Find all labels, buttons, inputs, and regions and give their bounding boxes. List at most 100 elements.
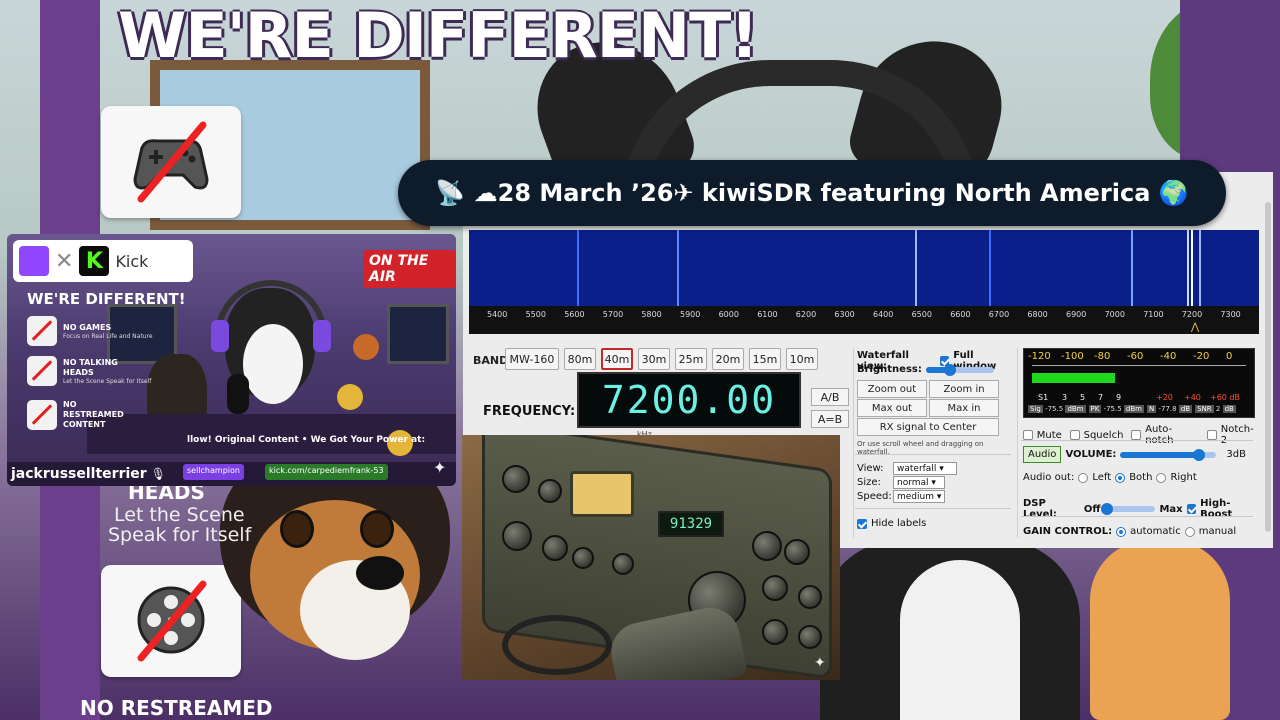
band-button-40m[interactable]: 40m: [601, 348, 633, 370]
s-meter-s-tick: 7: [1098, 393, 1104, 402]
radio-knob: [502, 465, 530, 493]
thumbnail-hen: [353, 334, 379, 360]
frequency-input[interactable]: 7200.00: [577, 372, 801, 428]
brightness-slider[interactable]: [925, 363, 994, 376]
auto-notch-label: Auto-notch: [1145, 424, 1173, 446]
platform-logos: ✕ K Kick: [13, 240, 193, 282]
zoom-out-button[interactable]: Zoom out: [857, 380, 927, 398]
squelch-checkbox[interactable]: [1069, 430, 1080, 440]
radio-knob: [798, 625, 822, 649]
background-dog-chest: [900, 560, 1020, 720]
film-reel-crossed-icon: [137, 580, 207, 662]
scale-tick-label: 6900: [1066, 310, 1087, 319]
zoom-in-button[interactable]: Zoom in: [929, 380, 999, 398]
gain-automatic-label: automatic: [1130, 526, 1181, 537]
max-out-button[interactable]: Max out: [857, 399, 927, 417]
notch-2-label: Notch-2: [1220, 424, 1254, 446]
waterfall-signal-trace: [677, 230, 679, 306]
max-in-button[interactable]: Max in: [929, 399, 999, 417]
view-select[interactable]: waterfall ▾: [893, 462, 957, 475]
thumbnail-item-no-restreamed: NO RESTREAMED CONTENT: [27, 400, 133, 430]
s-meter-readouts: Sig -75.5 dBm PK -75.5 dBm N -77.8 dB SN…: [1028, 405, 1236, 413]
mute-checkbox[interactable]: [1023, 430, 1033, 440]
scale-tick-label: 6400: [873, 310, 894, 319]
section-divider: [1021, 440, 1253, 441]
speed-select[interactable]: medium ▾: [893, 490, 945, 503]
band-button-mw-160[interactable]: MW-160: [505, 348, 559, 370]
dsp-max-label: Max: [1159, 503, 1183, 515]
noise-value: -77.8: [1158, 405, 1177, 413]
waterfall-signal-trace: [1191, 230, 1193, 306]
vertical-scrollbar[interactable]: [1265, 202, 1271, 532]
band-button-15m[interactable]: 15m: [749, 348, 781, 370]
kick-channel-tag: kick.com/carpediemfrank-53: [265, 464, 388, 480]
stream-thumbnail: ✕ K Kick ON THE AIR WE'RE DIFFERENT! NO …: [7, 234, 456, 486]
section-divider: [855, 508, 1011, 509]
noise-label: N: [1147, 405, 1157, 413]
s-meter-db-tick: -60: [1127, 351, 1144, 362]
thumbnail-item-sub: Focus on Real Life and Nature: [63, 332, 153, 340]
a-b-button[interactable]: A/B: [811, 388, 849, 406]
size-select[interactable]: normal ▾: [893, 476, 945, 489]
s-meter-s-tick: +40: [1184, 393, 1201, 402]
tuning-marker-icon[interactable]: ⋀: [1191, 322, 1199, 333]
s-meter-s-tick: +20: [1156, 393, 1173, 402]
rx-signal-center-button[interactable]: RX signal to Center: [857, 418, 999, 436]
band-button-20m[interactable]: 20m: [712, 348, 744, 370]
volume-slider-knob[interactable]: [1193, 448, 1206, 461]
a-equals-b-button[interactable]: A=B: [811, 410, 849, 428]
scale-tick-label: 6000: [718, 310, 739, 319]
band-button-30m[interactable]: 30m: [638, 348, 670, 370]
s-meter-s-tick: 3: [1062, 393, 1068, 402]
hide-labels-checkbox[interactable]: [857, 518, 867, 529]
waterfall-signal-trace: [1199, 230, 1201, 306]
band-button-80m[interactable]: 80m: [564, 348, 596, 370]
frequency-value: 7200.00: [601, 378, 777, 422]
frequency-label: FREQUENCY:: [483, 404, 576, 419]
scale-tick-label: 6600: [950, 310, 971, 319]
background-sub-line-2: Speak for Itself: [108, 524, 252, 546]
high-boost-checkbox[interactable]: [1186, 504, 1197, 514]
audio-button[interactable]: Audio: [1023, 446, 1062, 463]
film-reel-crossed-icon: [27, 400, 57, 430]
gain-automatic-radio[interactable]: [1116, 526, 1127, 537]
audio-out-left-radio[interactable]: [1078, 472, 1089, 483]
radio-knob: [612, 553, 634, 575]
audio-out-both-radio[interactable]: [1115, 472, 1126, 483]
volume-slider[interactable]: [1120, 448, 1217, 461]
audio-out-label: Audio out:: [1023, 472, 1075, 483]
s-meter-db-tick: -120: [1028, 351, 1051, 362]
panel-divider: [1017, 348, 1018, 538]
brightness-slider-knob[interactable]: [943, 363, 956, 376]
gamepad-crossed-icon: [133, 121, 209, 203]
waterfall-display[interactable]: [469, 230, 1259, 306]
thumbnail-heading: WE'RE DIFFERENT!: [27, 290, 186, 308]
no-restream-card: [101, 565, 241, 677]
gain-manual-radio[interactable]: [1184, 526, 1195, 537]
section-divider: [855, 454, 1011, 455]
auto-notch-checkbox[interactable]: [1131, 430, 1142, 440]
audio-out-right-label: Right: [1170, 472, 1197, 483]
scale-tick-label: 7000: [1104, 310, 1125, 319]
dsp-level-slider[interactable]: [1100, 503, 1156, 515]
band-button-25m[interactable]: 25m: [675, 348, 707, 370]
scale-tick-label: 5800: [641, 310, 662, 319]
ham-radio-illustration: 91329 ✦: [462, 435, 840, 680]
scale-tick-label: 6800: [1027, 310, 1048, 319]
twitch-channel-tag: sellchampion: [183, 464, 244, 480]
band-button-10m[interactable]: 10m: [786, 348, 818, 370]
kick-logo-icon: K: [79, 246, 110, 276]
audio-out-right-radio[interactable]: [1156, 472, 1167, 483]
channel-name: jackrussellterrier: [11, 466, 147, 482]
waterfall-signal-trace: [989, 230, 991, 306]
scale-tick-label: 5400: [487, 310, 508, 319]
scale-tick-label: 6700: [988, 310, 1010, 319]
panel-divider: [853, 348, 854, 538]
snr-value: 2: [1215, 405, 1221, 413]
thumbnail-rooster: [337, 384, 363, 410]
notch-2-checkbox[interactable]: [1206, 430, 1217, 440]
frequency-scale[interactable]: 5400 5500 5600 5700 5800 5900 6000 6100 6200 6300…: [469, 306, 1259, 334]
snr-label: SNR: [1195, 405, 1214, 413]
dsp-slider-knob[interactable]: [1100, 503, 1113, 515]
view-select-value: waterfall: [897, 463, 937, 474]
